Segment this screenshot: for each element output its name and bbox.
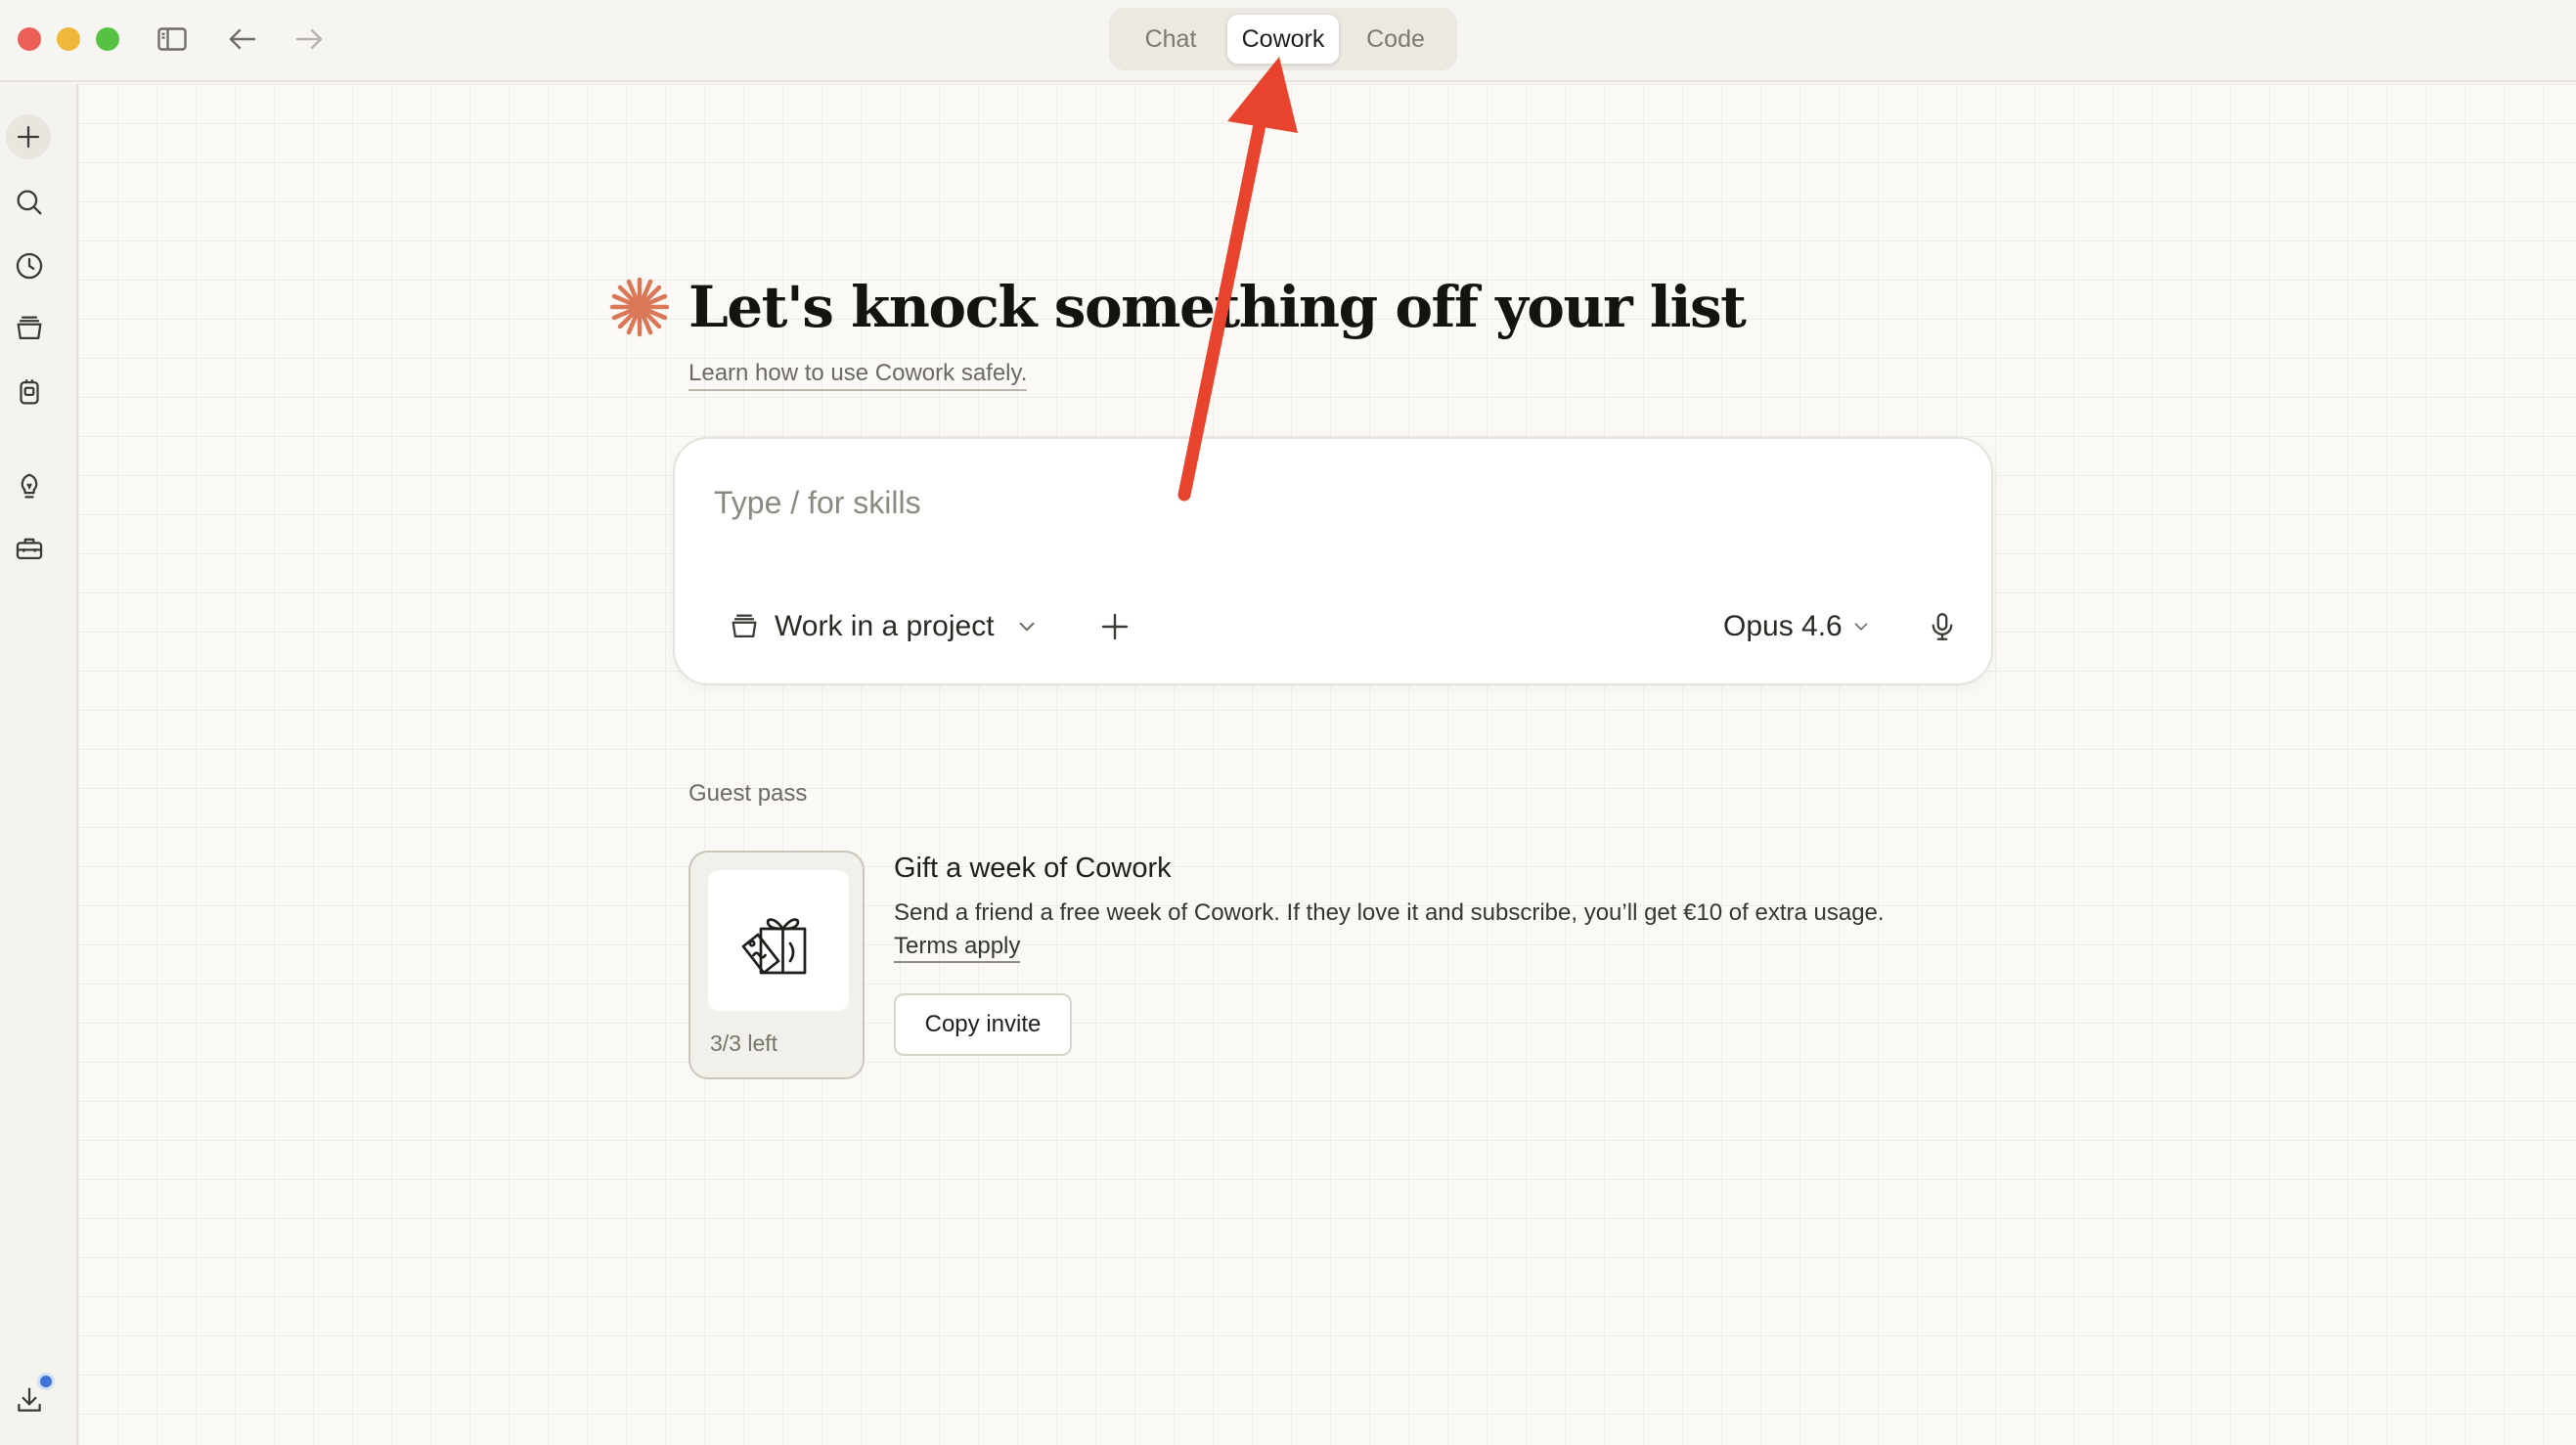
projects-icon — [17, 316, 42, 340]
tab-cowork[interactable]: Cowork — [1226, 14, 1340, 65]
guest-pass-description: Send a friend a free week of Cowork. If … — [894, 899, 1885, 926]
guest-pass-title: Gift a week of Cowork — [894, 853, 1172, 884]
artifacts-icon — [20, 379, 39, 405]
model-selector[interactable]: Opus 4.6 — [1723, 601, 1872, 652]
learn-cowork-safely-link[interactable]: Learn how to use Cowork safely. — [688, 360, 1028, 391]
new-task-button[interactable] — [6, 114, 51, 159]
page-title: Let's knock something off your list — [688, 274, 1747, 340]
projects-button[interactable] — [10, 309, 49, 348]
maximize-window-button[interactable] — [96, 27, 119, 51]
tools-button[interactable] — [10, 529, 49, 568]
gift-illustration — [708, 870, 849, 1011]
plus-icon — [17, 125, 40, 149]
terms-apply-link[interactable]: Terms apply — [894, 933, 1021, 963]
back-arrow-icon[interactable] — [223, 20, 262, 59]
notification-dot — [37, 1373, 55, 1390]
tab-chat[interactable]: Chat — [1115, 14, 1226, 65]
search-icon — [17, 190, 42, 215]
composer: Work in a project Opus 4.6 — [673, 437, 1993, 685]
guest-pass-heading: Guest pass — [688, 780, 808, 807]
guest-pass-count: 3/3 left — [710, 1030, 778, 1056]
toolbox-icon — [16, 538, 43, 560]
model-label: Opus 4.6 — [1723, 610, 1843, 642]
minimize-window-button[interactable] — [57, 27, 80, 51]
project-label: Work in a project — [775, 610, 995, 642]
ideas-button[interactable] — [10, 466, 49, 505]
chevron-down-icon — [1854, 623, 1868, 631]
gift-icon — [741, 918, 807, 975]
prompt-input[interactable] — [714, 478, 1946, 527]
sidebar-toggle-icon[interactable] — [153, 20, 192, 59]
history-button[interactable] — [10, 246, 49, 285]
work-in-project-dropdown[interactable]: Work in a project — [728, 601, 1040, 652]
tab-code[interactable]: Code — [1340, 14, 1451, 65]
projects-icon — [732, 614, 757, 638]
sidebar — [0, 84, 78, 1445]
forward-arrow-icon[interactable] — [289, 20, 329, 59]
microphone-icon — [1932, 613, 1953, 640]
mode-switcher: Chat Cowork Code — [1109, 8, 1457, 70]
voice-input-button[interactable] — [1917, 601, 1968, 652]
plus-icon — [1101, 613, 1129, 640]
guest-pass-card: 3/3 left — [688, 851, 865, 1079]
chevron-down-icon — [1019, 622, 1035, 632]
search-button[interactable] — [10, 183, 49, 222]
artifacts-button[interactable] — [10, 372, 49, 412]
clock-icon — [16, 252, 43, 280]
close-window-button[interactable] — [18, 27, 41, 51]
lightbulb-icon — [21, 473, 38, 499]
title-bar: Chat Cowork Code — [0, 0, 2576, 82]
add-attachment-button[interactable] — [1089, 601, 1140, 652]
claude-starburst-icon — [609, 277, 670, 337]
copy-invite-button[interactable]: Copy invite — [894, 993, 1072, 1056]
